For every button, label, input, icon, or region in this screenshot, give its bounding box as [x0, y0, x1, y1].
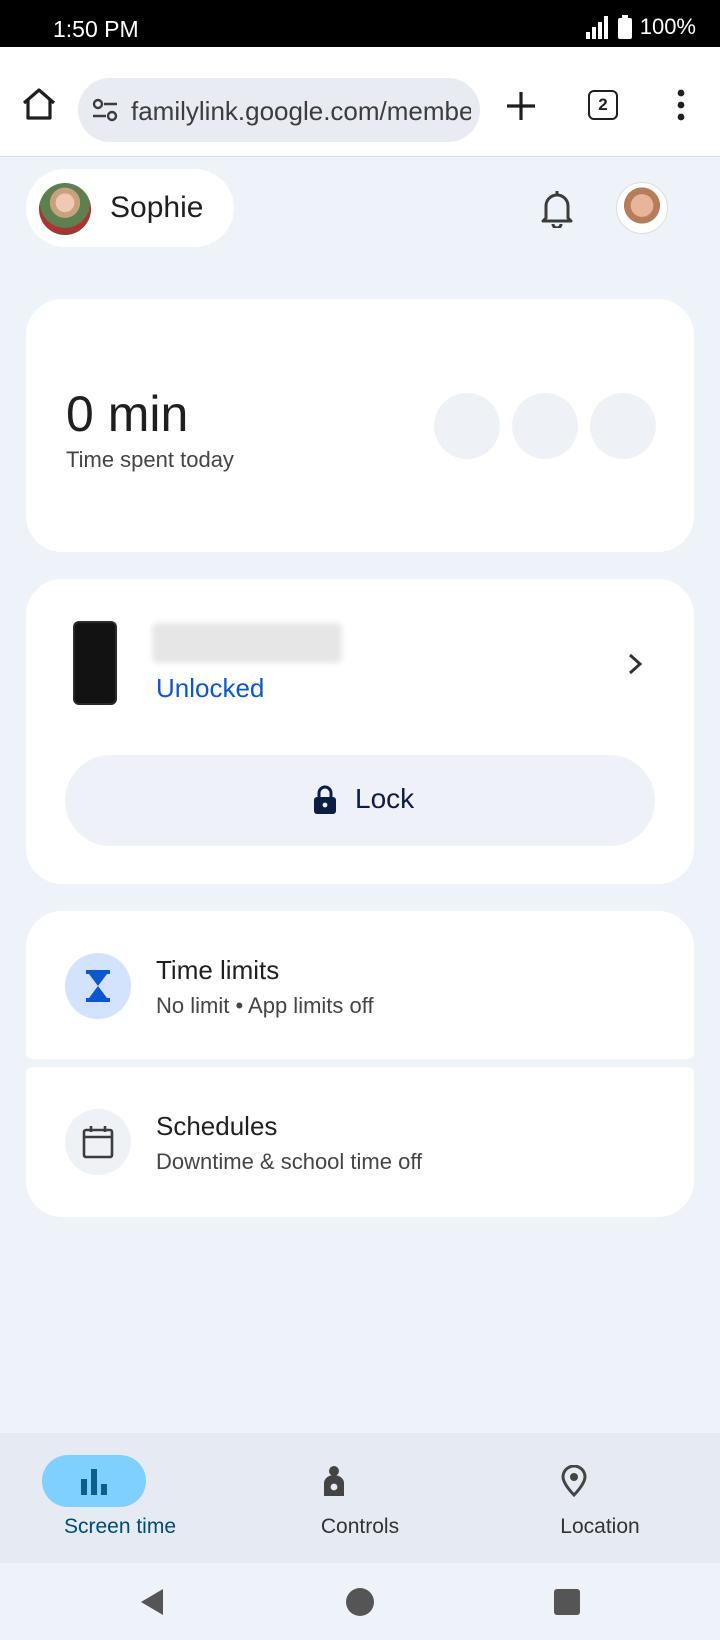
hourglass-icon	[86, 970, 110, 1002]
more-menu-icon[interactable]	[672, 87, 690, 123]
account-avatar[interactable]	[616, 182, 668, 234]
new-tab-icon[interactable]	[504, 89, 538, 123]
time-limits-row[interactable]: Time limits No limit • App limits off	[26, 911, 694, 1059]
schedules-row[interactable]: Schedules Downtime & school time off	[26, 1067, 694, 1217]
home-icon[interactable]	[20, 85, 58, 123]
nav-item-location[interactable]: Location	[480, 1433, 720, 1563]
lock-button-label: Lock	[355, 783, 415, 814]
lock-device-button[interactable]: Lock	[65, 755, 655, 846]
time-limits-title: Time limits	[156, 955, 280, 985]
phone-icon	[73, 621, 117, 705]
battery-percent: 100%	[639, 14, 696, 39]
nav-item-screen-time[interactable]: Screen time	[0, 1433, 240, 1563]
child-name: Sophie	[110, 191, 204, 224]
notifications-bell-icon[interactable]	[540, 188, 574, 228]
calendar-icon	[82, 1126, 114, 1159]
controls-icon	[324, 1466, 344, 1496]
system-navigation-bar	[0, 1563, 720, 1640]
schedules-subtitle: Downtime & school time off	[156, 1149, 423, 1174]
status-time: 1:50 PM	[53, 16, 139, 42]
back-icon[interactable]	[137, 1587, 167, 1617]
lock-icon	[314, 785, 336, 814]
tab-switcher-button[interactable]: 2	[588, 90, 618, 120]
device-status[interactable]: Unlocked	[156, 673, 264, 704]
signal-icon	[585, 16, 608, 39]
bottom-navigation: Screen time Controls Location	[0, 1433, 720, 1563]
nav-item-controls[interactable]: Controls	[240, 1433, 480, 1563]
app-icon-placeholder	[590, 393, 656, 459]
time-spent-label: Time spent today	[66, 447, 234, 472]
calendar-icon-badge	[65, 1109, 131, 1175]
battery-icon	[617, 15, 632, 39]
recents-icon[interactable]	[552, 1587, 582, 1617]
home-circle-icon[interactable]	[345, 1587, 375, 1617]
nav-label-location: Location	[560, 1515, 640, 1538]
status-icons: 100%	[584, 14, 696, 40]
time-spent-card[interactable]: 0 min Time spent today	[26, 299, 694, 552]
site-settings-icon[interactable]	[92, 98, 118, 122]
chevron-right-icon[interactable]	[624, 651, 646, 677]
status-bar: 1:50 PM 100%	[0, 0, 720, 47]
child-profile-chip[interactable]: Sophie	[26, 169, 234, 247]
hourglass-icon-badge	[65, 953, 131, 1019]
time-spent-value: 0 min	[66, 386, 189, 442]
url-text[interactable]: familylink.google.com/members	[131, 96, 471, 127]
schedules-title: Schedules	[156, 1111, 278, 1141]
browser-toolbar: familylink.google.com/members 2	[0, 47, 720, 157]
time-limits-subtitle: No limit • App limits off	[156, 993, 374, 1018]
device-name-redacted	[152, 623, 342, 663]
bar-chart-icon	[81, 1469, 107, 1495]
address-bar[interactable]: familylink.google.com/members	[78, 78, 480, 142]
child-avatar	[39, 183, 91, 235]
app-icon-placeholder	[434, 393, 500, 459]
nav-label-screen-time: Screen time	[63, 1515, 177, 1538]
device-card: Unlocked Lock	[26, 579, 694, 884]
app-icon-placeholder	[512, 393, 578, 459]
location-pin-icon	[561, 1465, 587, 1497]
nav-label-controls: Controls	[320, 1515, 400, 1538]
